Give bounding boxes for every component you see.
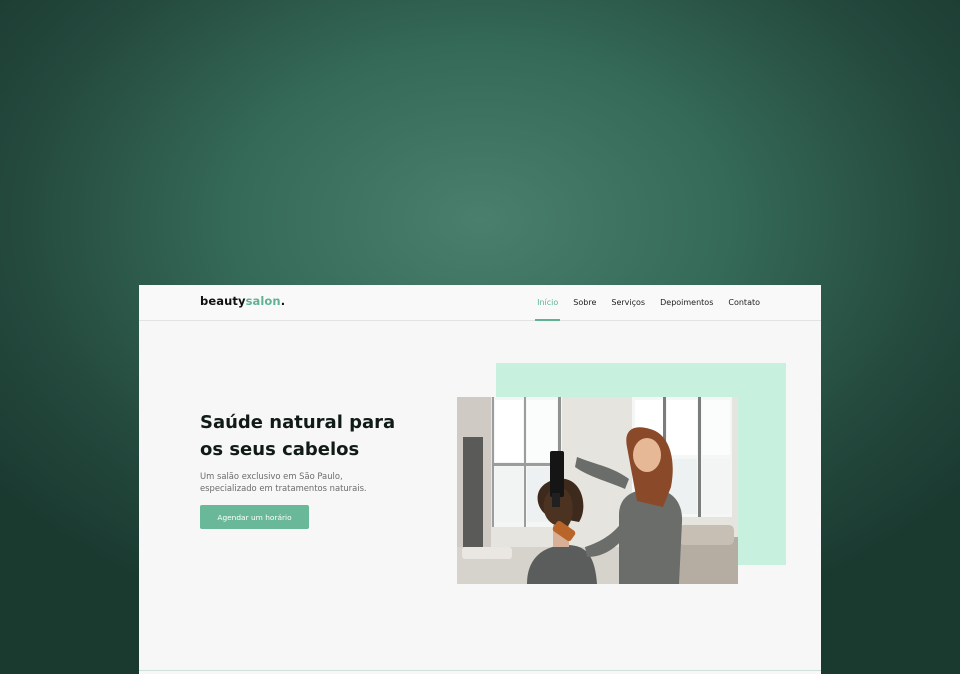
hero-subtitle-line-1: Um salão exclusivo em São Paulo, (200, 471, 343, 481)
nav-item-depoimentos[interactable]: Depoimentos (660, 285, 713, 320)
logo-accent-text: salon (245, 294, 281, 308)
main-nav: Início Sobre Serviços Depoimentos Contat… (535, 285, 760, 321)
hero-title-line-1: Saúde natural para (200, 412, 396, 433)
website-preview: beautysalon. Início Sobre Serviços Depoi… (139, 285, 821, 674)
logo-main-text: beauty (200, 294, 246, 308)
nav-item-sobre[interactable]: Sobre (573, 285, 596, 320)
navbar: beautysalon. Início Sobre Serviços Depoi… (139, 285, 821, 321)
hero-title-line-2: os seus cabelos (200, 439, 360, 460)
hero-title: Saúde natural para os seus cabelos (200, 409, 410, 463)
book-appointment-button[interactable]: Agendar um horário (200, 505, 309, 529)
section-divider (139, 670, 821, 671)
hero-subtitle-line-2: especializado em tratamentos naturais. (200, 483, 367, 493)
hero-photo (457, 397, 738, 584)
logo[interactable]: beautysalon. (200, 294, 285, 308)
nav-item-inicio[interactable]: Início (535, 285, 561, 321)
hero-subtitle: Um salão exclusivo em São Paulo, especial… (200, 470, 400, 494)
nav-item-contato[interactable]: Contato (728, 285, 760, 320)
logo-dot: . (280, 294, 286, 308)
nav-item-servicos[interactable]: Serviços (611, 285, 645, 320)
